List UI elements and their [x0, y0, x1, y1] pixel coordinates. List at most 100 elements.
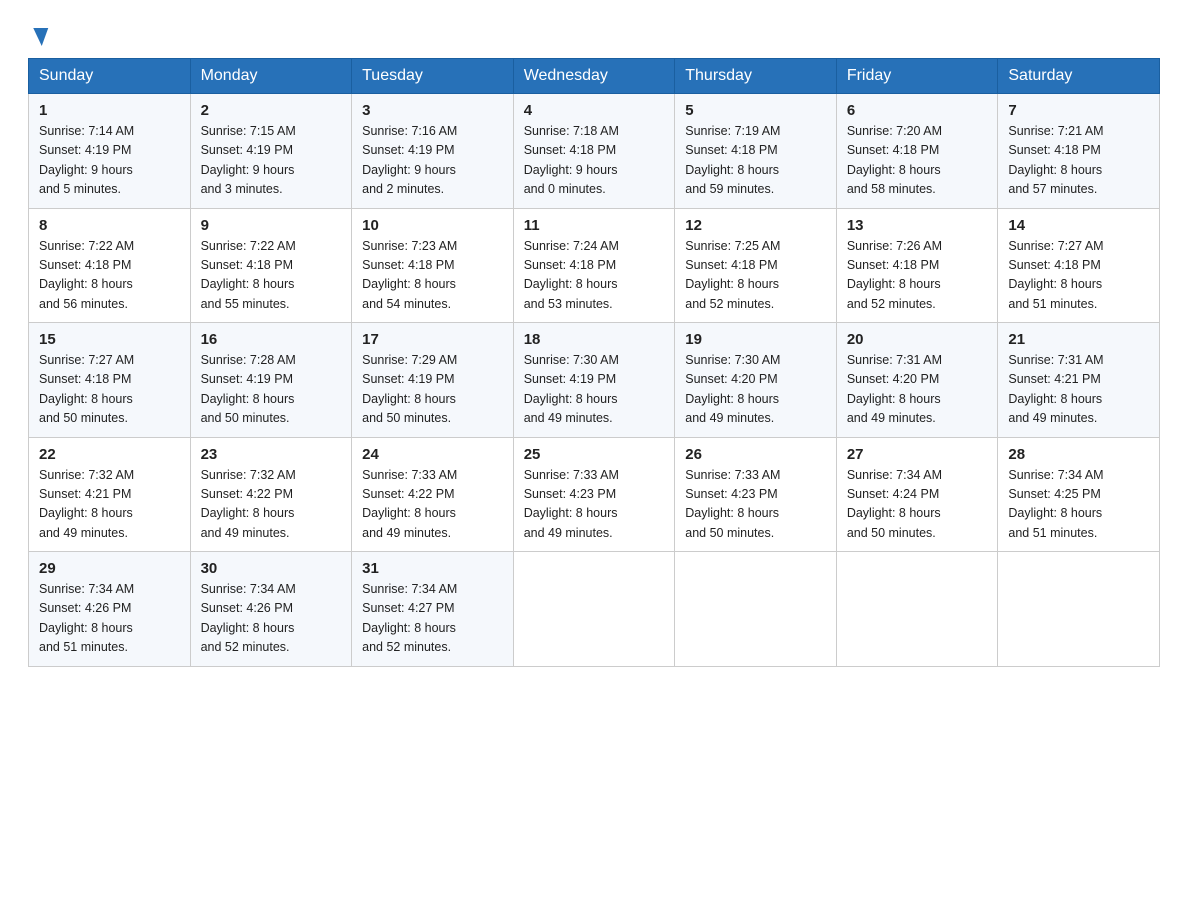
- day-info: Sunrise: 7:27 AMSunset: 4:18 PMDaylight:…: [1008, 237, 1149, 315]
- day-info: Sunrise: 7:34 AMSunset: 4:27 PMDaylight:…: [362, 580, 503, 658]
- calendar-cell: 28 Sunrise: 7:34 AMSunset: 4:25 PMDayligh…: [998, 437, 1160, 552]
- day-number: 20: [847, 331, 988, 348]
- day-info: Sunrise: 7:33 AMSunset: 4:23 PMDaylight:…: [524, 466, 665, 544]
- day-number: 11: [524, 217, 665, 234]
- day-number: 14: [1008, 217, 1149, 234]
- calendar-cell: [998, 552, 1160, 667]
- calendar-table: SundayMondayTuesdayWednesdayThursdayFrid…: [28, 58, 1160, 667]
- day-number: 10: [362, 217, 503, 234]
- day-info: Sunrise: 7:30 AMSunset: 4:19 PMDaylight:…: [524, 351, 665, 429]
- day-number: 12: [685, 217, 826, 234]
- day-info: Sunrise: 7:29 AMSunset: 4:19 PMDaylight:…: [362, 351, 503, 429]
- calendar-cell: [513, 552, 675, 667]
- calendar-cell: 14 Sunrise: 7:27 AMSunset: 4:18 PMDayligh…: [998, 208, 1160, 323]
- day-number: 22: [39, 446, 180, 463]
- calendar-dow-saturday: Saturday: [998, 59, 1160, 94]
- day-number: 6: [847, 102, 988, 119]
- calendar-cell: [836, 552, 998, 667]
- day-info: Sunrise: 7:32 AMSunset: 4:22 PMDaylight:…: [201, 466, 342, 544]
- calendar-cell: 29Sunrise: 7:34 AMSunset: 4:26 PMDayligh…: [29, 552, 191, 667]
- day-info: Sunrise: 7:24 AMSunset: 4:18 PMDaylight:…: [524, 237, 665, 315]
- day-number: 23: [201, 446, 342, 463]
- calendar-cell: 10 Sunrise: 7:23 AMSunset: 4:18 PMDayligh…: [352, 208, 514, 323]
- calendar-cell: 2 Sunrise: 7:15 AMSunset: 4:19 PMDaylight…: [190, 94, 352, 209]
- day-number: 1: [39, 102, 180, 119]
- calendar-cell: 12 Sunrise: 7:25 AMSunset: 4:18 PMDayligh…: [675, 208, 837, 323]
- day-info: Sunrise: 7:34 AMSunset: 4:25 PMDaylight:…: [1008, 466, 1149, 544]
- day-info: Sunrise: 7:14 AMSunset: 4:19 PMDaylight:…: [39, 122, 180, 200]
- calendar-cell: 18 Sunrise: 7:30 AMSunset: 4:19 PMDayligh…: [513, 323, 675, 438]
- day-number: 24: [362, 446, 503, 463]
- calendar-dow-thursday: Thursday: [675, 59, 837, 94]
- calendar-header-row: SundayMondayTuesdayWednesdayThursdayFrid…: [29, 59, 1160, 94]
- calendar-cell: 30 Sunrise: 7:34 AMSunset: 4:26 PMDayligh…: [190, 552, 352, 667]
- calendar-cell: 13 Sunrise: 7:26 AMSunset: 4:18 PMDayligh…: [836, 208, 998, 323]
- day-info: Sunrise: 7:23 AMSunset: 4:18 PMDaylight:…: [362, 237, 503, 315]
- calendar-cell: 5 Sunrise: 7:19 AMSunset: 4:18 PMDaylight…: [675, 94, 837, 209]
- day-info: Sunrise: 7:27 AMSunset: 4:18 PMDaylight:…: [39, 351, 180, 429]
- day-info: Sunrise: 7:34 AMSunset: 4:26 PMDaylight:…: [201, 580, 342, 658]
- calendar-week-row: 1 Sunrise: 7:14 AMSunset: 4:19 PMDaylight…: [29, 94, 1160, 209]
- day-number: 25: [524, 446, 665, 463]
- day-number: 15: [39, 331, 180, 348]
- day-number: 31: [362, 560, 503, 577]
- calendar-cell: 16Sunrise: 7:28 AMSunset: 4:19 PMDayligh…: [190, 323, 352, 438]
- logo-triangle-icon: [31, 28, 49, 46]
- calendar-cell: 27 Sunrise: 7:34 AMSunset: 4:24 PMDayligh…: [836, 437, 998, 552]
- day-info: Sunrise: 7:22 AMSunset: 4:18 PMDaylight:…: [201, 237, 342, 315]
- day-number: 28: [1008, 446, 1149, 463]
- day-number: 2: [201, 102, 342, 119]
- calendar-cell: 6 Sunrise: 7:20 AMSunset: 4:18 PMDaylight…: [836, 94, 998, 209]
- calendar-cell: 8Sunrise: 7:22 AMSunset: 4:18 PMDaylight…: [29, 208, 191, 323]
- day-number: 3: [362, 102, 503, 119]
- calendar-dow-wednesday: Wednesday: [513, 59, 675, 94]
- calendar-cell: 25 Sunrise: 7:33 AMSunset: 4:23 PMDayligh…: [513, 437, 675, 552]
- day-number: 4: [524, 102, 665, 119]
- day-info: Sunrise: 7:30 AMSunset: 4:20 PMDaylight:…: [685, 351, 826, 429]
- day-info: Sunrise: 7:25 AMSunset: 4:18 PMDaylight:…: [685, 237, 826, 315]
- day-number: 5: [685, 102, 826, 119]
- day-info: Sunrise: 7:26 AMSunset: 4:18 PMDaylight:…: [847, 237, 988, 315]
- calendar-dow-tuesday: Tuesday: [352, 59, 514, 94]
- day-info: Sunrise: 7:18 AMSunset: 4:18 PMDaylight:…: [524, 122, 665, 200]
- calendar-dow-monday: Monday: [190, 59, 352, 94]
- header: [28, 24, 1160, 48]
- day-number: 29: [39, 560, 180, 577]
- day-number: 16: [201, 331, 342, 348]
- calendar-week-row: 22Sunrise: 7:32 AMSunset: 4:21 PMDayligh…: [29, 437, 1160, 552]
- day-number: 19: [685, 331, 826, 348]
- logo: [28, 28, 47, 48]
- calendar-cell: 4 Sunrise: 7:18 AMSunset: 4:18 PMDaylight…: [513, 94, 675, 209]
- day-number: 7: [1008, 102, 1149, 119]
- page: SundayMondayTuesdayWednesdayThursdayFrid…: [0, 0, 1188, 695]
- day-number: 18: [524, 331, 665, 348]
- calendar-cell: 15 Sunrise: 7:27 AMSunset: 4:18 PMDayligh…: [29, 323, 191, 438]
- calendar-week-row: 15 Sunrise: 7:27 AMSunset: 4:18 PMDayligh…: [29, 323, 1160, 438]
- day-info: Sunrise: 7:20 AMSunset: 4:18 PMDaylight:…: [847, 122, 988, 200]
- day-info: Sunrise: 7:31 AMSunset: 4:21 PMDaylight:…: [1008, 351, 1149, 429]
- calendar-cell: 1 Sunrise: 7:14 AMSunset: 4:19 PMDaylight…: [29, 94, 191, 209]
- calendar-cell: 9Sunrise: 7:22 AMSunset: 4:18 PMDaylight…: [190, 208, 352, 323]
- day-info: Sunrise: 7:19 AMSunset: 4:18 PMDaylight:…: [685, 122, 826, 200]
- day-number: 27: [847, 446, 988, 463]
- calendar-week-row: 8 Sunrise: 7:22 AMSunset: 4:18 PMDaylight…: [29, 208, 1160, 323]
- day-info: Sunrise: 7:15 AMSunset: 4:19 PMDaylight:…: [201, 122, 342, 200]
- calendar-week-row: 29 Sunrise: 7:34 AMSunset: 4:26 PMDayligh…: [29, 552, 1160, 667]
- calendar-cell: 31 Sunrise: 7:34 AMSunset: 4:27 PMDayligh…: [352, 552, 514, 667]
- day-info: Sunrise: 7:31 AMSunset: 4:20 PMDaylight:…: [847, 351, 988, 429]
- day-number: 13: [847, 217, 988, 234]
- calendar-cell: 22Sunrise: 7:32 AMSunset: 4:21 PMDayligh…: [29, 437, 191, 552]
- day-info: Sunrise: 7:21 AMSunset: 4:18 PMDaylight:…: [1008, 122, 1149, 200]
- calendar-cell: 3 Sunrise: 7:16 AMSunset: 4:19 PMDaylight…: [352, 94, 514, 209]
- day-info: Sunrise: 7:34 AMSunset: 4:24 PMDaylight:…: [847, 466, 988, 544]
- calendar-cell: 23 Sunrise: 7:32 AMSunset: 4:22 PMDayligh…: [190, 437, 352, 552]
- day-info: Sunrise: 7:16 AMSunset: 4:19 PMDaylight:…: [362, 122, 503, 200]
- day-info: Sunrise: 7:33 AMSunset: 4:23 PMDaylight:…: [685, 466, 826, 544]
- day-number: 8: [39, 217, 180, 234]
- day-number: 17: [362, 331, 503, 348]
- calendar-cell: 26Sunrise: 7:33 AMSunset: 4:23 PMDayligh…: [675, 437, 837, 552]
- day-number: 30: [201, 560, 342, 577]
- calendar-cell: 20 Sunrise: 7:31 AMSunset: 4:20 PMDayligh…: [836, 323, 998, 438]
- calendar-dow-sunday: Sunday: [29, 59, 191, 94]
- day-number: 21: [1008, 331, 1149, 348]
